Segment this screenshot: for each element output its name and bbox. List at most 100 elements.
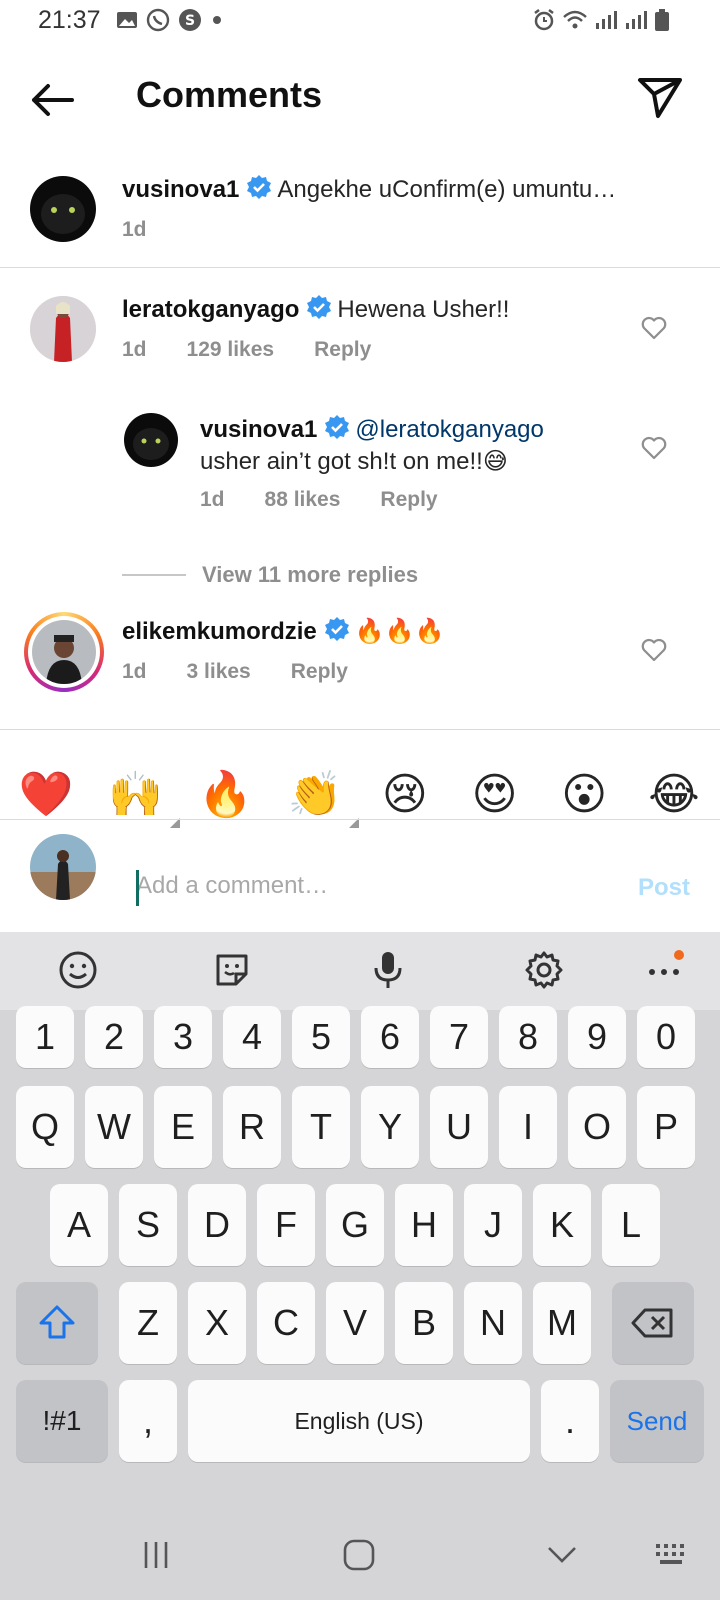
key-4[interactable]: 4: [223, 1006, 281, 1068]
emoji-fire-button[interactable]: 🔥: [197, 768, 253, 820]
more-options-icon[interactable]: [642, 948, 686, 992]
comment-avatar-story-ring[interactable]: [24, 612, 104, 692]
key-h[interactable]: H: [395, 1184, 453, 1266]
emoji-raising-hands-button[interactable]: 🙌: [108, 768, 180, 828]
comment-text: Hewena Usher!!: [337, 296, 510, 323]
key-9[interactable]: 9: [568, 1006, 626, 1068]
my-avatar: [30, 834, 96, 900]
caption-text: Angekhe uConfirm(e) umuntu…: [277, 176, 617, 203]
key-g[interactable]: G: [326, 1184, 384, 1266]
post-button[interactable]: Post: [638, 874, 690, 902]
emoji-laughing-button[interactable]: 😂: [646, 769, 702, 820]
emoji-keyboard-icon[interactable]: [56, 948, 100, 992]
key-f[interactable]: F: [257, 1184, 315, 1266]
comment-username[interactable]: leratokganyago: [122, 296, 299, 323]
like-heart-icon[interactable]: [640, 636, 668, 664]
key-m[interactable]: M: [533, 1282, 591, 1364]
key-1[interactable]: 1: [16, 1006, 74, 1068]
key-o[interactable]: O: [568, 1086, 626, 1168]
key-k[interactable]: K: [533, 1184, 591, 1266]
reply-meta: 1d 88 likes Reply: [200, 488, 438, 512]
like-heart-icon[interactable]: [640, 434, 668, 462]
comment-likes[interactable]: 129 likes: [187, 338, 275, 362]
emoji-crying-button[interactable]: 😢: [377, 769, 433, 820]
backspace-key[interactable]: [612, 1282, 694, 1364]
key-y[interactable]: Y: [361, 1086, 419, 1168]
comment-time: 1d: [122, 660, 147, 683]
key-b[interactable]: B: [395, 1282, 453, 1364]
svg-text:S: S: [185, 13, 195, 29]
key-5[interactable]: 5: [292, 1006, 350, 1068]
caption-divider: [0, 267, 720, 268]
reply-text: usher ain’t got sh!t on me!!😅: [200, 448, 508, 475]
reply-username[interactable]: vusinova1: [200, 416, 317, 443]
signal-2-icon: [626, 11, 647, 29]
key-w[interactable]: W: [85, 1086, 143, 1168]
reply-button[interactable]: Reply: [291, 660, 348, 684]
share-button[interactable]: [636, 72, 686, 122]
recent-apps-icon[interactable]: [140, 1540, 172, 1570]
key-i[interactable]: I: [499, 1086, 557, 1168]
emoji-clapping-button[interactable]: 👏: [287, 768, 360, 828]
comment-text-row: elikemkumordzie 🔥🔥🔥: [122, 616, 444, 646]
key-2[interactable]: 2: [85, 1006, 143, 1068]
key-z[interactable]: Z: [119, 1282, 177, 1364]
key-0[interactable]: 0: [637, 1006, 695, 1068]
like-heart-icon[interactable]: [640, 314, 668, 342]
caption-username[interactable]: vusinova1: [122, 176, 239, 203]
key-x[interactable]: X: [188, 1282, 246, 1364]
key-s[interactable]: S: [119, 1184, 177, 1266]
view-more-replies-button[interactable]: View 11 more replies: [202, 562, 418, 588]
back-arrow-icon: [32, 84, 74, 116]
send-key[interactable]: Send: [610, 1380, 704, 1462]
key-j[interactable]: J: [464, 1184, 522, 1266]
comment-avatar-leratokganyago[interactable]: [30, 296, 96, 362]
panther-avatar-image: [30, 176, 96, 242]
key-d[interactable]: D: [188, 1184, 246, 1266]
back-chevron-icon[interactable]: [546, 1544, 578, 1566]
key-u[interactable]: U: [430, 1086, 488, 1168]
key-n[interactable]: N: [464, 1282, 522, 1364]
reply-button[interactable]: Reply: [380, 488, 437, 512]
space-key[interactable]: English (US): [188, 1380, 530, 1462]
key-6[interactable]: 6: [361, 1006, 419, 1068]
key-e[interactable]: E: [154, 1086, 212, 1168]
key-r[interactable]: R: [223, 1086, 281, 1168]
key-l[interactable]: L: [602, 1184, 660, 1266]
emoji-heart-button[interactable]: ❤️: [18, 768, 74, 820]
emoji-quick-reactions: ❤️ 🙌 🔥 👏 😢 😍 😮 😂: [0, 750, 720, 838]
sticker-icon[interactable]: [210, 948, 254, 992]
emoji-surprised-button[interactable]: 😮: [556, 769, 612, 820]
shift-key[interactable]: [16, 1282, 98, 1364]
comment-likes[interactable]: 3 likes: [187, 660, 251, 684]
key-c[interactable]: C: [257, 1282, 315, 1364]
key-q[interactable]: Q: [16, 1086, 74, 1168]
key-3[interactable]: 3: [154, 1006, 212, 1068]
back-button[interactable]: [28, 78, 78, 122]
symbols-key[interactable]: !#1: [16, 1380, 108, 1462]
emoji-heart-eyes-button[interactable]: 😍: [467, 769, 523, 820]
key-v[interactable]: V: [326, 1282, 384, 1364]
reply-mention[interactable]: @leratokganyago: [355, 416, 543, 443]
key-a[interactable]: A: [50, 1184, 108, 1266]
comment-input[interactable]: [136, 868, 596, 904]
reply-button[interactable]: Reply: [314, 338, 371, 362]
home-icon[interactable]: [342, 1538, 376, 1572]
key-8[interactable]: 8: [499, 1006, 557, 1068]
reply-likes[interactable]: 88 likes: [265, 488, 341, 512]
caption-avatar[interactable]: [30, 176, 96, 242]
status-system-icons: [532, 8, 670, 32]
microphone-icon[interactable]: [366, 948, 410, 992]
backspace-icon: [631, 1308, 673, 1338]
key-p[interactable]: P: [637, 1086, 695, 1168]
period-key[interactable]: .: [541, 1380, 599, 1462]
key-7[interactable]: 7: [430, 1006, 488, 1068]
comment-text: 🔥🔥🔥: [354, 618, 445, 645]
key-t[interactable]: T: [292, 1086, 350, 1168]
verified-badge-icon: [324, 617, 349, 641]
keyboard-switch-icon[interactable]: [654, 1542, 690, 1568]
comma-key[interactable]: ,: [119, 1380, 177, 1462]
comment-username[interactable]: elikemkumordzie: [122, 618, 317, 645]
reply-avatar-vusinova1[interactable]: [124, 413, 178, 467]
settings-gear-icon[interactable]: [522, 948, 566, 992]
